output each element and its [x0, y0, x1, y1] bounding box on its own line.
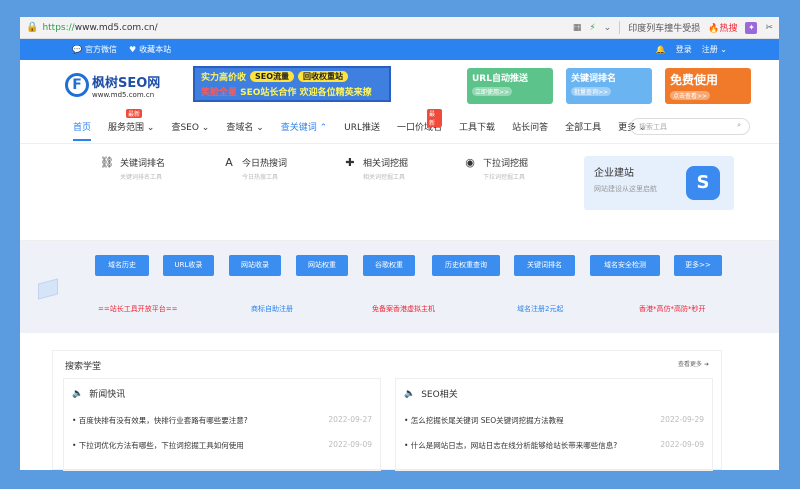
nav-fixed-price-domain[interactable]: 最新 一口价域名	[397, 109, 443, 133]
nav-keyword[interactable]: 查关键词 ⌃	[281, 120, 327, 133]
tool-button-domain-history[interactable]: 域名历史	[95, 255, 149, 276]
ad-keyword-rank[interactable]: 关键词排名 批量查询>>	[566, 68, 652, 104]
logo-subtitle: www.md5.com.cn	[92, 90, 155, 99]
panel-item-keyword-rank[interactable]: ⛓ 关键词排名 关键词排名工具	[100, 156, 165, 181]
list-item[interactable]: • 怎么挖掘长尾关键词 SEO关键词挖掘方法教程 2022-09-29	[396, 408, 712, 433]
lock-icon: 🔒	[26, 22, 39, 33]
target-icon: ◉	[465, 156, 475, 169]
hot-search-label[interactable]: 🔥热搜	[708, 21, 737, 34]
tool-button-google-weight[interactable]: 谷歌权重	[363, 255, 415, 276]
wechat-link[interactable]: 💬 官方微信	[72, 44, 117, 55]
tool-button-history-weight[interactable]: 历史权重查询	[432, 255, 500, 276]
sitemap-icon: ⛓	[100, 156, 114, 169]
url-text[interactable]: https://www.md5.com.cn/	[42, 23, 157, 33]
tool-button-url-index[interactable]: URL收录	[163, 255, 214, 276]
enterprise-site-promo[interactable]: 企业建站 网站建设从这里启航 S	[584, 156, 734, 210]
nav-qa[interactable]: 站长问答	[512, 120, 548, 133]
tool-button-keyword-rank[interactable]: 关键词排名	[514, 255, 575, 276]
site-logo[interactable]: F 枫树SEO网 www.md5.com.cn	[65, 72, 185, 99]
nav-tool-download[interactable]: 工具下载	[459, 120, 495, 133]
nav-domain[interactable]: 查域名 ⌄	[226, 120, 263, 133]
logo-icon: F	[65, 73, 89, 97]
nav-seo[interactable]: 查SEO ⌄	[171, 120, 209, 133]
main-nav: 首页 最新 服务范围 ⌄ 查SEO ⌄ 查域名 ⌄ 查关键词 ⌃ URL推送 最新…	[20, 109, 779, 144]
nav-services[interactable]: 最新 服务范围 ⌄	[108, 109, 154, 133]
panel-item-dropdown-words[interactable]: ◉ 下拉词挖掘 下拉词挖掘工具	[463, 156, 528, 181]
tool-button-more[interactable]: 更多>>	[674, 255, 722, 276]
search-icon[interactable]: ⌕	[737, 121, 741, 130]
link-trademark[interactable]: 商标自助注册	[251, 304, 293, 314]
extension-icon[interactable]: ✦	[745, 21, 758, 34]
tool-button-site-index[interactable]: 网站收录	[229, 255, 281, 276]
bookmark-link[interactable]: ♥ 收藏本站	[129, 44, 171, 55]
view-more-link[interactable]: 查看更多 ➜	[678, 359, 709, 372]
link-hk-hosting[interactable]: 免备案香港虚拟主机	[372, 304, 435, 314]
section-title: 搜索学堂	[65, 362, 102, 372]
tool-search-input[interactable]: 搜索工具 ⌕	[630, 118, 750, 135]
nav-all-tools[interactable]: 全部工具	[565, 120, 601, 133]
ad-free-use[interactable]: 免费使用 点击查看>>	[665, 68, 751, 104]
browser-search-input[interactable]: 印度列车撞牛受损	[619, 21, 700, 34]
link-domain-register[interactable]: 域名注册2元起	[517, 304, 563, 314]
speaker-icon: 🔈	[72, 388, 84, 399]
keyword-dropdown-panel: ⛓ 关键词排名 关键词排名工具 A 今日热搜词 今日热搜工具 ✚ 相关词挖掘 相关词挖…	[20, 144, 779, 241]
site-header: F 枫树SEO网 www.md5.com.cn 实力高价收 SEO流量 回收权重站 …	[20, 60, 779, 110]
panel-item-related-words[interactable]: ✚ 相关词挖掘 相关词挖掘工具	[343, 156, 408, 181]
link-hk-server[interactable]: 香港*高仿*高防*秒开	[639, 304, 706, 314]
font-icon: A	[225, 156, 233, 169]
address-bar[interactable]: 🔒 https://www.md5.com.cn/ ▦ ⚡ ⌄ 印度列车撞牛受损…	[20, 17, 779, 39]
puzzle-icon: ✚	[345, 156, 355, 169]
nav-home[interactable]: 首页	[73, 120, 92, 141]
cube-decoration	[38, 278, 58, 300]
heart-icon: ♥	[128, 45, 137, 54]
register-link[interactable]: 注册 ⌄	[702, 44, 727, 55]
ad-url-push[interactable]: URL自动推送 立即使用>>	[467, 68, 553, 104]
quick-tools: 域名历史 URL收录 网站收录 网站权重 谷歌权重 历史权重查询 关键词排名 域…	[20, 241, 779, 333]
grid-icon[interactable]: ▦	[573, 23, 582, 33]
arrow-right-icon: ➜	[703, 361, 709, 368]
tool-button-domain-security[interactable]: 域名安全检测	[590, 255, 660, 276]
chevron-down-icon[interactable]: ⌄	[604, 23, 612, 33]
panel-item-hot-search[interactable]: A 今日热搜词 今日热搜工具	[222, 156, 287, 181]
promo-banner[interactable]: 实力高价收 SEO流量 回收权重站 笑脸全星 SEO站长合作 欢迎各位精英来撩	[193, 66, 391, 102]
tool-button-site-weight[interactable]: 网站权重	[296, 255, 348, 276]
bell-icon[interactable]: 🔔	[656, 45, 666, 54]
logo-title: 枫树SEO网	[92, 75, 161, 91]
wechat-icon: 💬	[72, 45, 82, 54]
speaker-icon: 🔈	[404, 388, 416, 399]
scissors-icon[interactable]: ✂	[765, 23, 773, 33]
news-column: 🔈 新闻快讯 • 百度快排有没有效果，快排行业套路有哪些要注意? 2022-09-2…	[63, 378, 381, 471]
search-learning-section: 搜索学堂 查看更多 ➜ 🔈 新闻快讯 • 百度快排有没有效果，快排行业套路有哪些要…	[52, 350, 722, 471]
list-item[interactable]: • 下拉词优化方法有哪些，下拉词挖掘工具如何使用 2022-09-09	[64, 433, 380, 458]
login-link[interactable]: 登录	[676, 44, 692, 55]
top-strip: 💬 官方微信 ♥ 收藏本站 🔔 登录 注册 ⌄	[20, 39, 779, 60]
nav-url-push[interactable]: URL推送	[344, 120, 380, 133]
bolt-icon[interactable]: ⚡	[589, 23, 595, 33]
brand-s-icon: S	[686, 166, 720, 200]
link-open-platform[interactable]: ==站长工具开放平台==	[98, 304, 177, 314]
list-item[interactable]: • 什么是网站日志，网站日志在线分析能够给站长带来哪些信息? 2022-09-09	[396, 433, 712, 458]
seo-column: 🔈 SEO相关 • 怎么挖掘长尾关键词 SEO关键词挖掘方法教程 2022-09-2…	[395, 378, 713, 471]
list-item[interactable]: • 百度快排有没有效果，快排行业套路有哪些要注意? 2022-09-27	[64, 408, 380, 433]
